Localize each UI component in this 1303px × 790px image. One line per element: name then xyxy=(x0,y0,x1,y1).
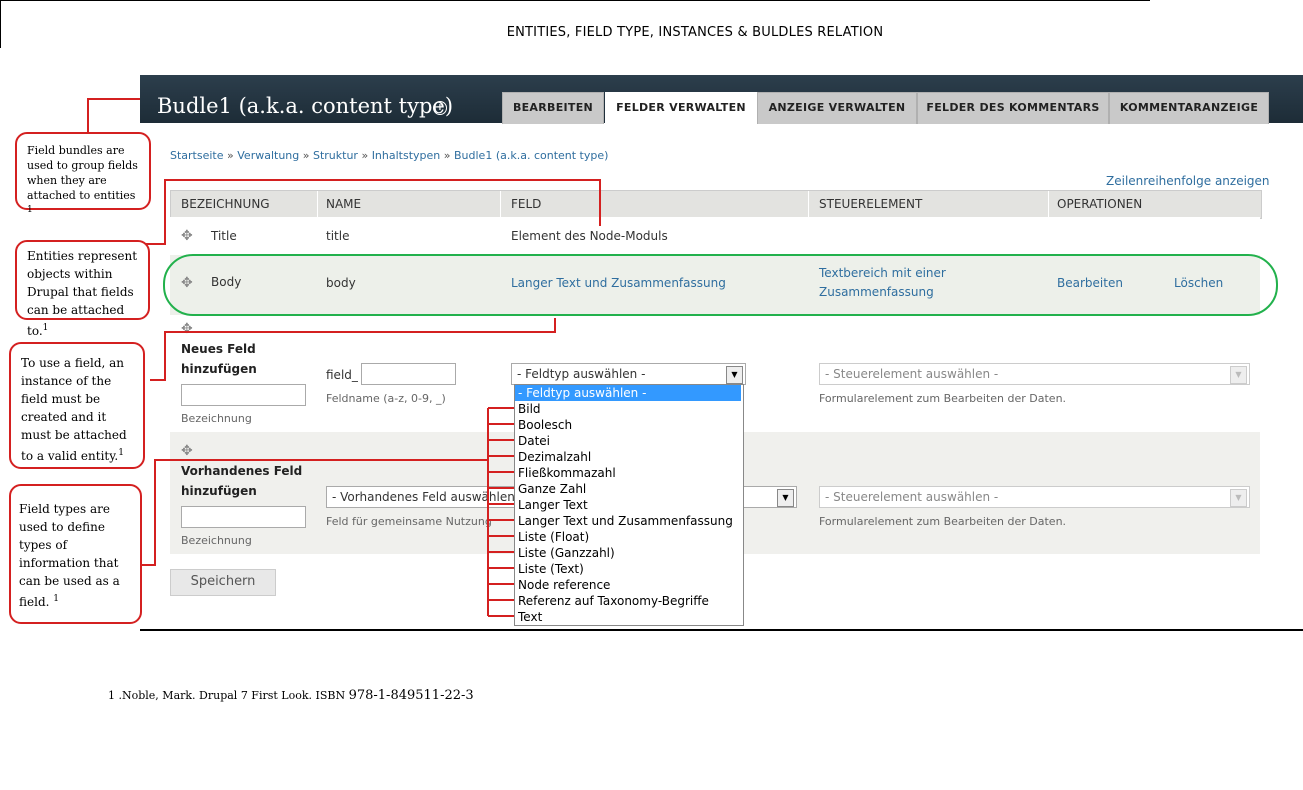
callout-field-bundles: Field bundles are used to group fields w… xyxy=(15,132,151,215)
callout-field-types: Field types are used to define types of … xyxy=(9,484,142,624)
footnote: 1 .Noble, Mark. Drupal 7 First Look. ISB… xyxy=(108,688,474,703)
callout-field-instances: To use a field, an instance of the field… xyxy=(9,342,145,469)
annotation-connectors xyxy=(87,98,601,617)
callout-entities: Entities represent objects within Drupal… xyxy=(15,240,150,338)
